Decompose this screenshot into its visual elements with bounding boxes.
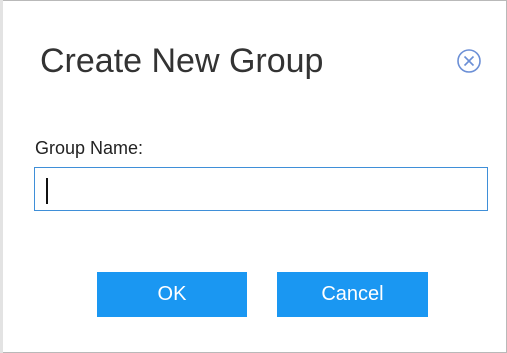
close-circle-icon bbox=[457, 49, 481, 73]
create-group-dialog: Create New Group Group Name: OK Cancel bbox=[0, 0, 507, 353]
group-name-label: Group Name: bbox=[35, 138, 144, 158]
group-name-input[interactable] bbox=[34, 167, 488, 211]
ok-button[interactable]: OK bbox=[97, 272, 247, 317]
cancel-button[interactable]: Cancel bbox=[277, 272, 428, 317]
dialog-title: Create New Group bbox=[40, 42, 324, 80]
close-button[interactable] bbox=[456, 48, 482, 74]
